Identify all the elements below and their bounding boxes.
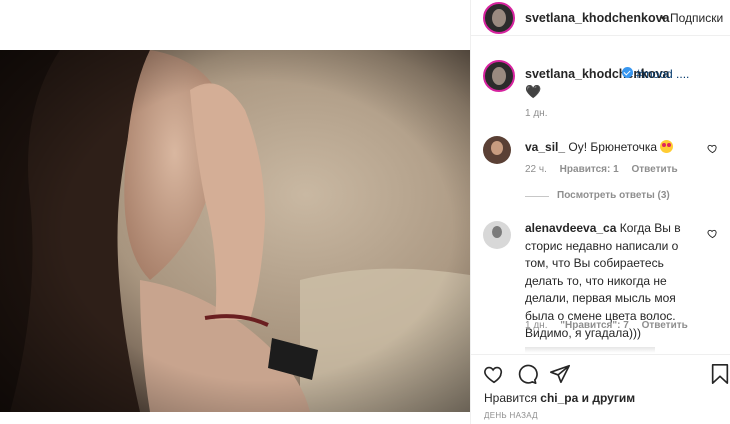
like-heart-icon[interactable] <box>707 228 718 239</box>
author-username[interactable]: svetlana_khodchenkova <box>525 11 670 25</box>
post-date[interactable]: ДЕНЬ НАЗАД <box>484 411 538 420</box>
liked-by-prefix: Нравится <box>484 391 537 405</box>
comment-text: Оу! Брюнеточка <box>568 140 658 154</box>
verified-icon <box>622 67 633 78</box>
post-sidebar: svetlana_khodchenkova • Подписки svetlan… <box>471 0 730 424</box>
caption-emoji: 🖤 <box>525 84 542 99</box>
post-photo[interactable] <box>0 50 470 412</box>
liked-by[interactable]: Нравится chi_pa и другим <box>484 391 635 405</box>
actions-bar: Нравится chi_pa и другим ДЕНЬ НАЗАД <box>471 354 730 424</box>
comment-likes[interactable]: Нравится: 1 <box>560 164 619 175</box>
next-comment-fade <box>525 347 655 353</box>
commenter-username[interactable]: va_sil_ <box>525 140 565 154</box>
liked-by-suffix[interactable]: и другим <box>582 391 635 405</box>
comment-icon[interactable] <box>516 363 538 385</box>
comment-meta: 22 ч. Нравится: 1 Ответить <box>525 164 688 175</box>
replies-divider <box>525 196 549 197</box>
view-replies-button[interactable]: Посмотреть ответы (3) <box>557 190 670 201</box>
caption-hashtag[interactable]: #mood .... <box>636 67 689 81</box>
commenter-avatar[interactable] <box>483 136 511 164</box>
bookmark-icon[interactable] <box>709 363 730 385</box>
heart-icon[interactable] <box>483 363 505 385</box>
author-avatar[interactable] <box>483 2 515 34</box>
liked-by-user[interactable]: chi_pa <box>540 391 578 405</box>
post-photo-graphic <box>0 50 470 412</box>
reply-button[interactable]: Ответить <box>642 320 688 331</box>
comment-meta: 1 дн. "Нравится": 7 Ответить <box>525 320 698 331</box>
like-heart-icon[interactable] <box>707 143 718 154</box>
comment-body: va_sil_ Оу! Брюнеточка <box>525 140 674 154</box>
comment-time[interactable]: 22 ч. <box>525 164 547 175</box>
header-separator: • <box>661 11 666 25</box>
comment-likes[interactable]: "Нравится": 7 <box>560 320 629 331</box>
reply-button[interactable]: Ответить <box>631 164 677 175</box>
caption-time[interactable]: 1 дн. <box>525 108 547 119</box>
commenter-username[interactable]: alenavdeeva_ca <box>525 221 616 235</box>
following-button[interactable]: Подписки <box>670 11 723 25</box>
post-header: svetlana_khodchenkova • Подписки <box>471 0 730 36</box>
comment-time[interactable]: 1 дн. <box>525 320 547 331</box>
commenter-avatar[interactable] <box>483 221 511 249</box>
heart-eyes-emoji-icon <box>660 140 674 153</box>
share-icon[interactable] <box>549 363 571 385</box>
caption-avatar[interactable] <box>483 60 515 92</box>
